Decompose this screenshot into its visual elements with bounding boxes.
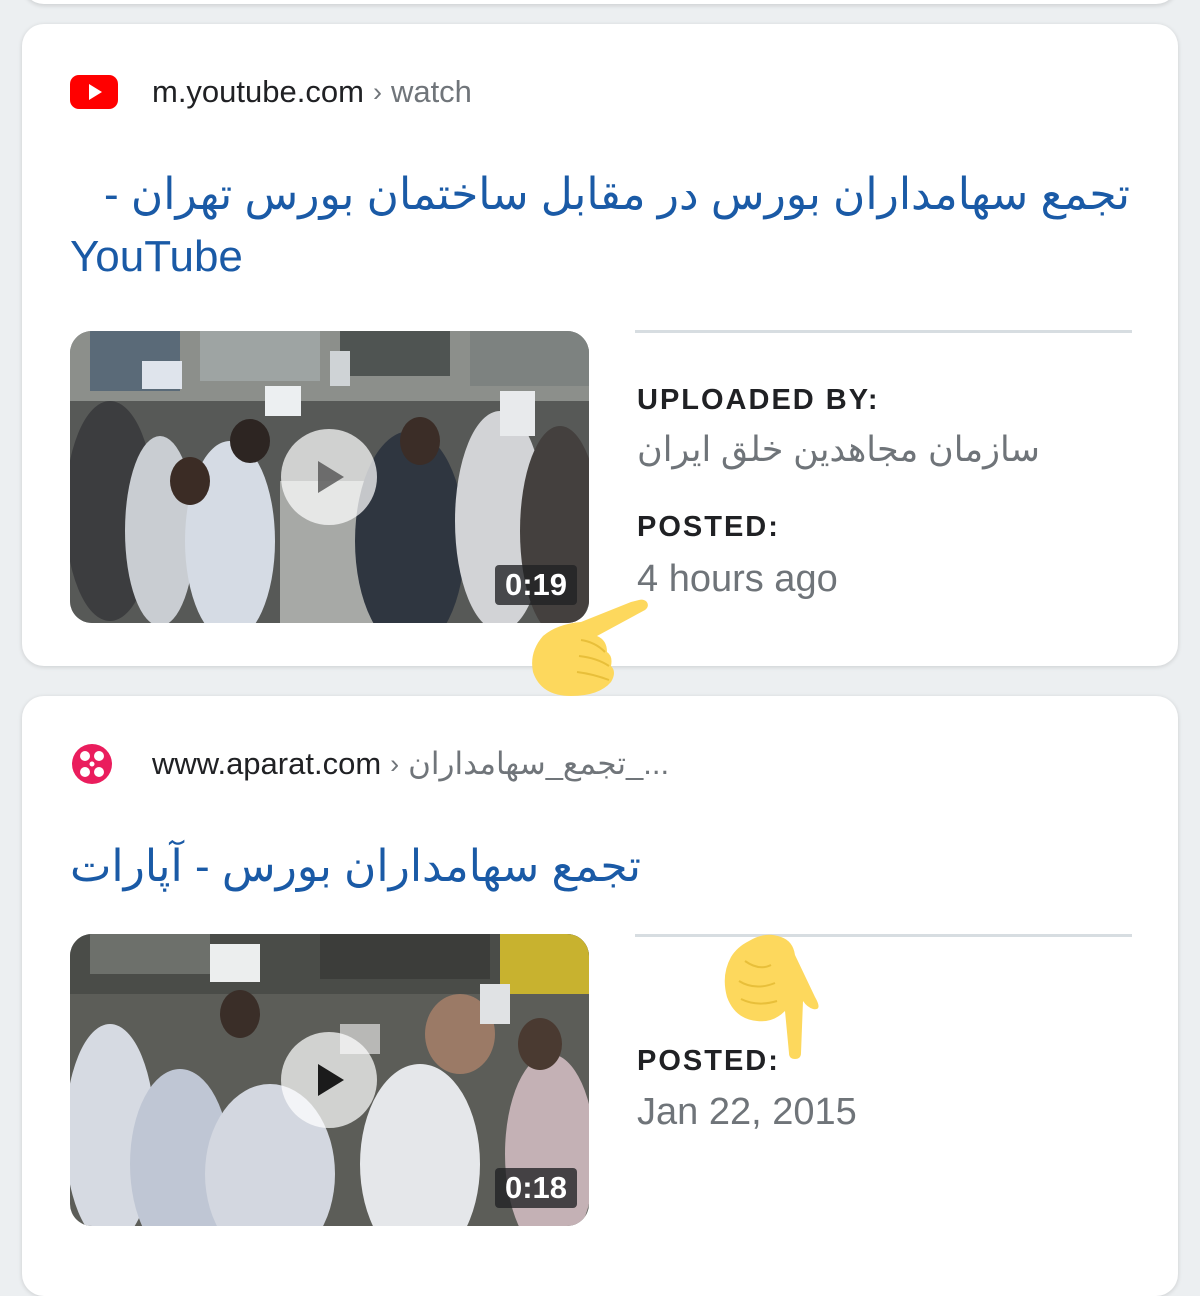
uploaded-by-label: UPLOADED BY: (637, 384, 880, 416)
result-title-line-2: YouTube (70, 232, 243, 281)
video-duration: 0:18 (494, 1168, 577, 1208)
metadata-divider (635, 330, 1132, 333)
youtube-icon (70, 70, 120, 114)
video-thumbnail[interactable]: 0:19 (70, 331, 589, 623)
video-metadata: POSTED: Jan 22, 2015 (635, 934, 1132, 1234)
play-icon (318, 461, 344, 493)
result-title-line-1: تجمع سهامداران بورس در مقابل ساختمان بور… (104, 170, 1130, 219)
video-thumbnail[interactable]: 0:18 (70, 934, 589, 1226)
result-domain: m.youtube.com (152, 74, 364, 109)
video-duration: 0:19 (494, 565, 577, 605)
posted-label: POSTED: (637, 1045, 780, 1077)
result-domain: www.aparat.com (152, 746, 382, 781)
posted-label: POSTED: (637, 511, 780, 543)
posted-value: 4 hours ago (637, 558, 838, 600)
play-button[interactable] (281, 429, 377, 525)
play-icon (318, 1064, 344, 1096)
result-title-link[interactable]: تجمع سهامداران بورس - آپارات (70, 836, 1130, 898)
breadcrumb: watch (390, 74, 472, 109)
result-source-row[interactable]: m.youtube.com › watch (70, 68, 472, 116)
aparat-icon (70, 742, 120, 786)
breadcrumb-separator: › (372, 76, 382, 107)
video-metadata: UPLOADED BY: سازمان مجاهدین خلق ایران PO… (635, 330, 1132, 630)
breadcrumb-separator: › (390, 748, 400, 779)
result-source-row[interactable]: www.aparat.com › تجمع_سهامداران_... (70, 740, 669, 788)
breadcrumb: تجمع_سهامداران_... (408, 746, 670, 781)
result-title-link[interactable]: تجمع سهامداران بورس در مقابل ساختمان بور… (70, 164, 1130, 288)
uploaded-by-value: سازمان مجاهدین خلق ایران (637, 430, 1041, 469)
metadata-divider (635, 934, 1132, 937)
posted-value: Jan 22, 2015 (637, 1091, 857, 1133)
previous-result-card-edge (22, 0, 1178, 4)
search-result-card-aparat: www.aparat.com › تجمع_سهامداران_... تجمع… (22, 696, 1178, 1296)
play-button[interactable] (281, 1032, 377, 1128)
search-result-card-youtube: m.youtube.com › watch تجمع سهامداران بور… (22, 24, 1178, 666)
